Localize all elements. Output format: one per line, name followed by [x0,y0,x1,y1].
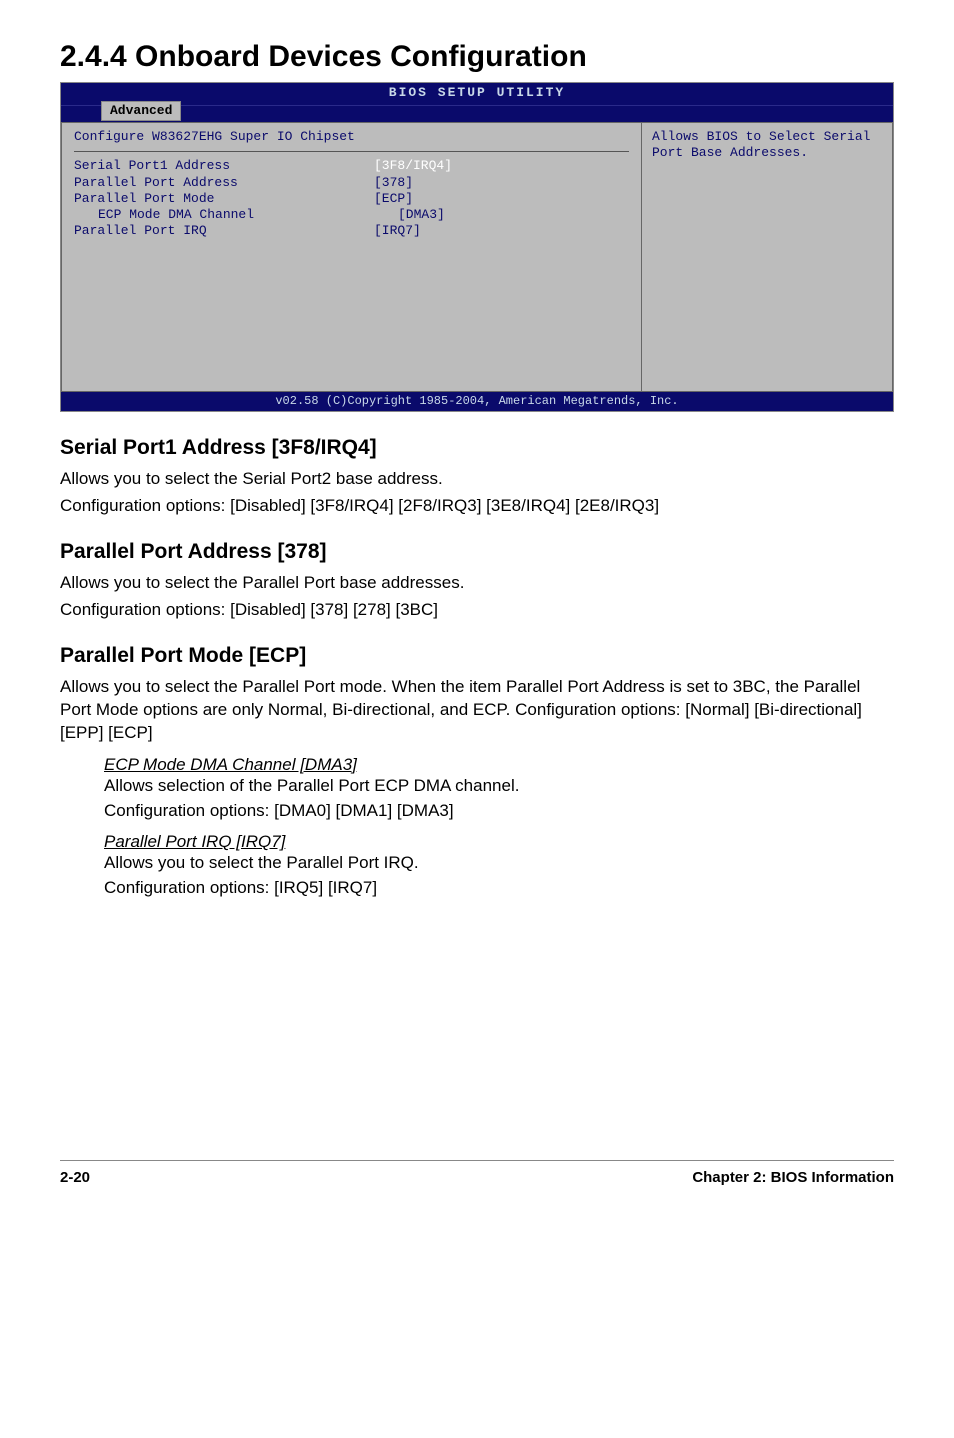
sub-item-paragraph: Configuration options: [DMA0] [DMA1] [DM… [104,800,894,823]
bios-row-value: [3F8/IRQ4] [374,158,629,174]
sub-item-title: Parallel Port IRQ [IRQ7] [104,832,894,852]
sub-item-paragraph: Configuration options: [IRQ5] [IRQ7] [104,877,894,900]
sub-item: ECP Mode DMA Channel [DMA3]Allows select… [60,755,894,823]
bios-row-label: Parallel Port Address [74,175,374,191]
section-paragraph: Configuration options: [Disabled] [378] … [60,599,894,622]
bios-row: Parallel Port Address[378] [74,175,629,191]
sub-item-paragraph: Allows you to select the Parallel Port I… [104,852,894,875]
bios-row-value: [ECP] [374,191,629,207]
bios-config-header: Configure W83627EHG Super IO Chipset [74,129,629,145]
bios-help-text: Allows BIOS to Select Serial Port Base A… [652,129,870,160]
bios-divider [74,151,629,152]
bios-row-label: Serial Port1 Address [74,158,374,174]
page-footer: 2-20 Chapter 2: BIOS Information [60,1160,894,1186]
section-paragraph: Allows you to select the Parallel Port b… [60,572,894,595]
bios-row: Serial Port1 Address[3F8/IRQ4] [74,158,629,174]
bios-row-value: [378] [374,175,629,191]
bios-row: ECP Mode DMA Channel[DMA3] [74,207,629,223]
bios-topbar: BIOS SETUP UTILITY Advanced [61,83,893,106]
sub-item-paragraph: Allows selection of the Parallel Port EC… [104,775,894,798]
bios-row-value: [IRQ7] [374,223,629,239]
bios-help-pane: Allows BIOS to Select Serial Port Base A… [641,122,893,392]
bios-row-label: ECP Mode DMA Channel [74,207,398,223]
bios-row-label: Parallel Port IRQ [74,223,374,239]
section-heading: Parallel Port Mode [ECP] [60,644,894,668]
bios-row: Parallel Port Mode[ECP] [74,191,629,207]
section-heading: Parallel Port Address [378] [60,540,894,564]
sub-item: Parallel Port IRQ [IRQ7]Allows you to se… [60,832,894,900]
bios-footer: v02.58 (C)Copyright 1985-2004, American … [61,392,893,411]
page-number: 2-20 [60,1169,90,1186]
bios-row-label: Parallel Port Mode [74,191,374,207]
bios-row-value: [DMA3] [398,207,629,223]
bios-screenshot: BIOS SETUP UTILITY Advanced Configure W8… [60,82,894,412]
bios-row: Parallel Port IRQ[IRQ7] [74,223,629,239]
section-heading: Serial Port1 Address [3F8/IRQ4] [60,436,894,460]
chapter-label: Chapter 2: BIOS Information [692,1169,894,1186]
section-paragraph: Configuration options: [Disabled] [3F8/I… [60,495,894,518]
bios-left-pane: Configure W83627EHG Super IO Chipset Ser… [61,122,641,392]
bios-tab-advanced: Advanced [101,101,181,121]
sub-item-title: ECP Mode DMA Channel [DMA3] [104,755,894,775]
page-heading: 2.4.4 Onboard Devices Configuration [60,40,894,74]
section-paragraph: Allows you to select the Serial Port2 ba… [60,468,894,491]
section-paragraph: Allows you to select the Parallel Port m… [60,676,894,745]
bios-title: BIOS SETUP UTILITY [61,85,893,101]
